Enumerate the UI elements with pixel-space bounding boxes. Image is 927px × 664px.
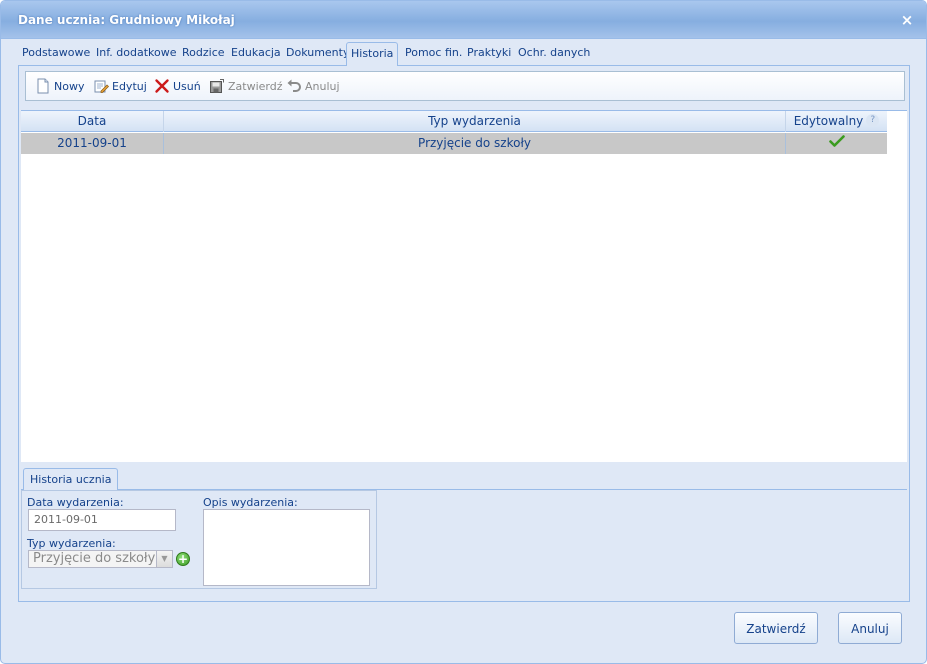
new-document-icon: [35, 78, 51, 94]
type-select-value: Przyjęcie do szkoły: [33, 551, 156, 566]
cancel-button-label: Anuluj: [851, 622, 889, 636]
delete-button-label: Usuń: [173, 80, 201, 93]
undo-icon: [286, 78, 302, 94]
confirm-toolbar-label: Zatwierdź: [228, 80, 283, 93]
edit-button-label: Edytuj: [112, 80, 147, 93]
tab-inf-dodatkowe[interactable]: Inf. dodatkowe: [92, 42, 181, 66]
delete-button[interactable]: Usuń: [154, 79, 201, 95]
cancel-toolbar-label: Anuluj: [305, 80, 340, 93]
cancel-button[interactable]: Anuluj: [838, 612, 902, 644]
tab-podstawowe[interactable]: Podstawowe: [18, 42, 94, 66]
confirm-toolbar-button[interactable]: Zatwierdź: [209, 79, 283, 95]
tab-historia-ucznia[interactable]: Historia ucznia: [23, 468, 119, 491]
checkmark-icon: [828, 134, 845, 154]
type-label: Typ wydarzenia:: [27, 537, 116, 550]
help-icon[interactable]: ?: [866, 114, 880, 127]
cell-typ: Przyjęcie do szkoły: [164, 133, 786, 154]
tab-dokumenty[interactable]: Dokumenty: [282, 42, 353, 66]
grid-header: Data Typ wydarzenia Edytowalny?: [21, 111, 887, 132]
tab-ochr-danych[interactable]: Ochr. danych: [514, 42, 594, 66]
edit-button[interactable]: Edytuj: [93, 79, 147, 95]
table-row[interactable]: 2011-09-01 Przyjęcie do szkoły: [21, 133, 887, 154]
detail-tabs: Historia ucznia: [21, 468, 907, 491]
history-grid: Data Typ wydarzenia Edytowalny? 2011-09-…: [21, 110, 907, 462]
tab-rodzice[interactable]: Rodzice: [178, 42, 229, 66]
window-title: Dane ucznia: Grudniowy Mikołaj: [18, 13, 235, 27]
date-field[interactable]: 2011-09-01: [28, 509, 176, 531]
tab-praktyki[interactable]: Praktyki: [463, 42, 515, 66]
tab-pomoc-fin[interactable]: Pomoc fin.: [401, 42, 466, 66]
type-select[interactable]: Przyjęcie do szkoły ▼: [28, 550, 173, 568]
cell-data: 2011-09-01: [21, 133, 164, 154]
delete-icon: [154, 78, 170, 94]
detail-form: Data wydarzenia: 2011-09-01 Typ wydarzen…: [21, 490, 377, 589]
new-button-label: Nowy: [54, 80, 85, 93]
confirm-button-label: Zatwierdź: [746, 622, 806, 636]
chevron-down-icon[interactable]: ▼: [156, 551, 172, 567]
save-icon: [209, 78, 225, 94]
date-label: Data wydarzenia:: [27, 496, 124, 509]
cell-edytowalny: [786, 133, 887, 154]
description-textarea[interactable]: [203, 509, 370, 586]
column-header-data[interactable]: Data: [21, 111, 164, 132]
toolbar: Nowy Edytuj Usuń Zatwierdź Anuluj: [25, 71, 905, 101]
confirm-button[interactable]: Zatwierdź: [734, 612, 818, 644]
historia-panel: Nowy Edytuj Usuń Zatwierdź Anuluj Data T…: [18, 66, 910, 602]
tab-historia[interactable]: Historia: [346, 42, 399, 67]
main-tabs: Podstawowe Inf. dodatkowe Rodzice Edukac…: [18, 42, 910, 67]
description-label: Opis wydarzenia:: [203, 496, 298, 509]
title-bar[interactable]: Dane ucznia: Grudniowy Mikołaj ×: [1, 1, 926, 39]
column-header-typ[interactable]: Typ wydarzenia: [164, 111, 786, 132]
edit-icon: [93, 78, 109, 94]
column-header-edytowalny-label: Edytowalny: [793, 114, 864, 128]
tab-edukacja[interactable]: Edukacja: [227, 42, 285, 66]
column-header-edytowalny[interactable]: Edytowalny?: [786, 111, 887, 132]
dialog-window: Dane ucznia: Grudniowy Mikołaj × Podstaw…: [0, 0, 927, 664]
add-icon[interactable]: +: [176, 552, 190, 566]
close-icon[interactable]: ×: [900, 13, 914, 28]
new-button[interactable]: Nowy: [35, 78, 85, 95]
cancel-toolbar-button[interactable]: Anuluj: [286, 79, 340, 95]
